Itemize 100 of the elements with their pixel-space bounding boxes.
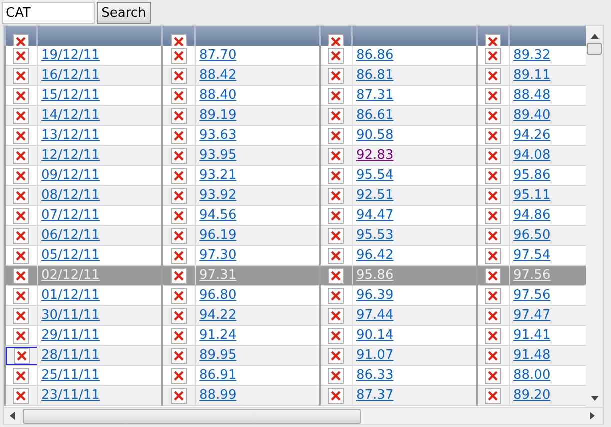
value-link[interactable]: 87.31 bbox=[356, 88, 394, 103]
broken-image-icon[interactable] bbox=[14, 348, 30, 364]
broken-image-icon[interactable] bbox=[485, 88, 502, 104]
broken-image-icon[interactable] bbox=[485, 288, 502, 304]
broken-image-icon[interactable] bbox=[328, 48, 344, 64]
broken-image-icon[interactable] bbox=[485, 308, 502, 324]
scroll-down-icon[interactable] bbox=[590, 396, 598, 401]
value-link[interactable]: 88.48 bbox=[514, 88, 551, 103]
value-link[interactable]: 91.41 bbox=[514, 328, 551, 343]
broken-image-icon[interactable] bbox=[13, 68, 30, 84]
value-link[interactable]: 88.00 bbox=[514, 368, 551, 383]
value-link[interactable]: 97.30 bbox=[200, 248, 237, 263]
broken-image-icon[interactable] bbox=[328, 68, 344, 84]
broken-image-icon[interactable] bbox=[328, 248, 344, 264]
broken-image-icon[interactable] bbox=[13, 268, 30, 284]
date-link[interactable]: 01/12/11 bbox=[42, 288, 100, 303]
value-link[interactable]: 87.70 bbox=[200, 48, 237, 63]
broken-image-icon[interactable] bbox=[170, 328, 187, 344]
broken-image-icon[interactable] bbox=[13, 148, 30, 164]
column-header[interactable] bbox=[320, 26, 352, 46]
value-link[interactable]: 96.39 bbox=[356, 288, 394, 303]
column-header[interactable] bbox=[162, 26, 195, 46]
date-link[interactable]: 09/12/11 bbox=[42, 168, 100, 183]
broken-image-icon[interactable] bbox=[485, 348, 502, 364]
broken-image-icon[interactable] bbox=[13, 128, 30, 144]
broken-image-icon[interactable] bbox=[170, 348, 187, 364]
date-link[interactable]: 13/12/11 bbox=[42, 128, 100, 143]
broken-image-icon[interactable] bbox=[485, 248, 502, 264]
horizontal-scrollbar[interactable] bbox=[4, 407, 603, 424]
broken-image-icon[interactable] bbox=[485, 368, 502, 384]
broken-image-icon[interactable] bbox=[328, 388, 344, 404]
broken-image-icon[interactable] bbox=[485, 108, 502, 124]
date-link[interactable]: 25/11/11 bbox=[42, 368, 100, 383]
broken-image-icon[interactable] bbox=[170, 368, 187, 384]
search-field[interactable]: CAT bbox=[2, 2, 95, 24]
vertical-scrollbar[interactable] bbox=[586, 26, 603, 407]
broken-image-icon[interactable] bbox=[13, 188, 30, 204]
broken-image-icon[interactable] bbox=[13, 108, 30, 124]
value-link[interactable]: 91.24 bbox=[200, 328, 237, 343]
broken-image-icon[interactable] bbox=[13, 208, 30, 224]
broken-image-icon[interactable] bbox=[170, 108, 187, 124]
broken-image-icon[interactable] bbox=[328, 328, 344, 344]
value-link[interactable]: 88.40 bbox=[200, 88, 237, 103]
broken-image-icon[interactable] bbox=[170, 48, 187, 64]
date-link[interactable]: 05/12/11 bbox=[42, 248, 100, 263]
broken-image-icon[interactable] bbox=[13, 168, 30, 184]
value-link[interactable]: 95.86 bbox=[514, 168, 551, 183]
broken-image-icon[interactable] bbox=[13, 248, 30, 264]
date-link[interactable]: 29/11/11 bbox=[42, 328, 100, 343]
value-link[interactable]: 86.86 bbox=[356, 48, 394, 63]
broken-image-icon[interactable] bbox=[485, 268, 502, 284]
value-link[interactable]: 97.54 bbox=[514, 248, 551, 263]
scroll-up-icon[interactable] bbox=[590, 34, 598, 39]
broken-image-icon[interactable] bbox=[328, 348, 344, 364]
value-link[interactable]: 93.21 bbox=[200, 168, 237, 183]
broken-image-icon[interactable] bbox=[485, 328, 502, 344]
broken-image-icon[interactable] bbox=[13, 48, 30, 64]
broken-image-icon[interactable] bbox=[13, 288, 30, 304]
broken-image-icon[interactable] bbox=[328, 268, 344, 284]
broken-image-icon[interactable] bbox=[170, 88, 187, 104]
broken-image-icon[interactable] bbox=[13, 228, 30, 244]
value-link[interactable]: 90.58 bbox=[356, 128, 394, 143]
value-link[interactable]: 90.14 bbox=[356, 328, 394, 343]
broken-image-icon[interactable] bbox=[170, 388, 187, 404]
broken-image-icon[interactable] bbox=[13, 88, 30, 104]
broken-image-icon[interactable] bbox=[328, 228, 344, 244]
broken-image-icon[interactable] bbox=[170, 288, 187, 304]
date-link[interactable]: 19/12/11 bbox=[42, 48, 100, 63]
broken-image-icon[interactable] bbox=[170, 308, 187, 324]
broken-image-icon[interactable] bbox=[328, 208, 344, 224]
broken-image-icon[interactable] bbox=[328, 368, 344, 384]
value-link[interactable]: 93.63 bbox=[200, 128, 237, 143]
broken-image-icon[interactable] bbox=[13, 308, 30, 324]
scroll-thumb[interactable] bbox=[587, 43, 602, 55]
value-link[interactable]: 96.80 bbox=[200, 288, 237, 303]
broken-image-icon[interactable] bbox=[328, 148, 344, 164]
broken-image-icon[interactable] bbox=[170, 188, 187, 204]
value-link[interactable]: 89.32 bbox=[514, 48, 551, 63]
value-link[interactable]: 95.54 bbox=[356, 168, 394, 183]
broken-image-icon[interactable] bbox=[170, 268, 187, 284]
broken-image-icon[interactable] bbox=[328, 188, 344, 204]
date-link[interactable]: 07/12/11 bbox=[42, 208, 100, 223]
broken-image-icon[interactable] bbox=[170, 228, 187, 244]
broken-image-icon[interactable] bbox=[170, 68, 187, 84]
column-header[interactable] bbox=[477, 26, 509, 46]
broken-image-icon[interactable] bbox=[13, 368, 30, 384]
broken-image-icon[interactable] bbox=[485, 208, 502, 224]
broken-image-icon[interactable] bbox=[170, 128, 187, 144]
broken-image-icon[interactable] bbox=[328, 308, 344, 324]
column-header[interactable] bbox=[5, 26, 37, 46]
broken-image-icon[interactable] bbox=[328, 128, 344, 144]
broken-image-icon[interactable] bbox=[13, 388, 30, 404]
broken-image-icon[interactable] bbox=[485, 68, 502, 84]
broken-image-icon[interactable] bbox=[170, 208, 187, 224]
value-link[interactable]: 96.42 bbox=[356, 248, 394, 263]
broken-image-icon[interactable] bbox=[485, 228, 502, 244]
broken-image-icon[interactable] bbox=[170, 168, 187, 184]
broken-image-icon[interactable] bbox=[170, 248, 187, 264]
scroll-thumb[interactable] bbox=[23, 408, 361, 424]
value-link[interactable]: 94.47 bbox=[356, 208, 394, 223]
